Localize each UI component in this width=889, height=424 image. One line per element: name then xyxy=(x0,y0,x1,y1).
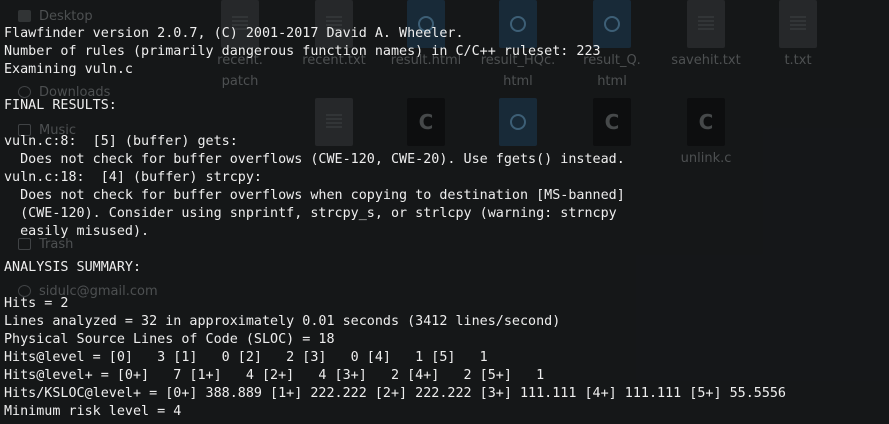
terminal-line: Does not check for buffer overflows (CWE… xyxy=(4,152,625,167)
terminal-line: vuln.c:18: [4] (buffer) strcpy: xyxy=(4,170,262,185)
terminal-line: Hits/KSLOC@level+ = [0+] 388.889 [1+] 22… xyxy=(4,386,786,401)
terminal-line: FINAL RESULTS: xyxy=(4,98,117,113)
terminal-line: vuln.c:8: [5] (buffer) gets: xyxy=(4,134,238,149)
terminal-line: Physical Source Lines of Code (SLOC) = 1… xyxy=(4,332,335,347)
terminal-line: easily misused). xyxy=(4,224,150,239)
terminal-line: Hits@level+ = [0+] 7 [1+] 4 [2+] 4 [3+] … xyxy=(4,368,545,383)
terminal-window[interactable]: Flawfinder version 2.0.7, (C) 2001-2017 … xyxy=(0,0,889,424)
terminal-line: Does not check for buffer overflows when… xyxy=(4,188,625,203)
terminal-line: Number of rules (primarily dangerous fun… xyxy=(4,44,601,59)
terminal-output: Flawfinder version 2.0.7, (C) 2001-2017 … xyxy=(4,25,786,421)
terminal-line: Minimum risk level = 4 xyxy=(4,404,182,419)
terminal-line: ANALYSIS SUMMARY: xyxy=(4,260,142,275)
terminal-line: Lines analyzed = 32 in approximately 0.0… xyxy=(4,314,561,329)
terminal-line: Hits@level = [0] 3 [1] 0 [2] 2 [3] 0 [4]… xyxy=(4,350,488,365)
terminal-line: Flawfinder version 2.0.7, (C) 2001-2017 … xyxy=(4,26,464,41)
terminal-line: Examining vuln.c xyxy=(4,62,133,77)
terminal-line: (CWE-120). Consider using snprintf, strc… xyxy=(4,206,617,221)
terminal-line: Hits = 2 xyxy=(4,296,69,311)
